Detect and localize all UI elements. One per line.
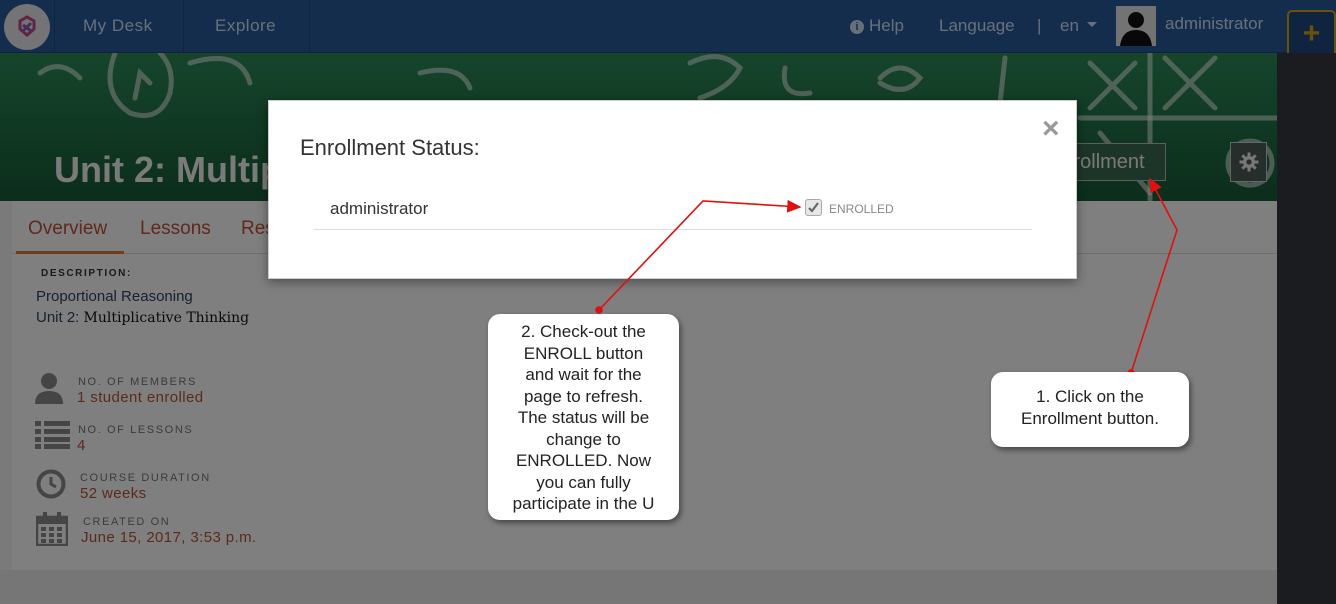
enrollment-status-modal: Enrollment Status: × administrator ENROL… <box>268 100 1077 279</box>
callout-line: and wait for the <box>525 365 642 384</box>
divider <box>314 229 1032 230</box>
callout-line: 2. Check-out the <box>521 322 646 341</box>
modal-title: Enrollment Status: <box>300 135 480 160</box>
callout-line: you can fully <box>536 472 631 492</box>
enrolled-checkbox[interactable] <box>805 199 822 216</box>
enrollment-status-text: ENROLLED <box>829 202 894 216</box>
callout-step-2: 2. Check-out the ENROLL button and wait … <box>488 314 679 520</box>
checkmark-icon <box>808 202 819 213</box>
callout-line: 1. Click on the <box>1036 387 1144 406</box>
close-icon[interactable]: × <box>1042 114 1060 144</box>
callout-line: ENROLL button <box>523 343 644 363</box>
callout-line: participate in the U <box>512 494 655 513</box>
callout-line: page to refresh. <box>523 386 644 406</box>
callout-line: ENROLLED. Now <box>515 451 652 470</box>
enrolled-user-name: administrator <box>330 199 429 218</box>
callout-line: change to <box>546 429 621 449</box>
callout-line: Enrollment button. <box>1021 408 1159 428</box>
callout-step-1: 1. Click on the Enrollment button. <box>991 372 1189 447</box>
callout-line: The status will be <box>517 408 650 427</box>
